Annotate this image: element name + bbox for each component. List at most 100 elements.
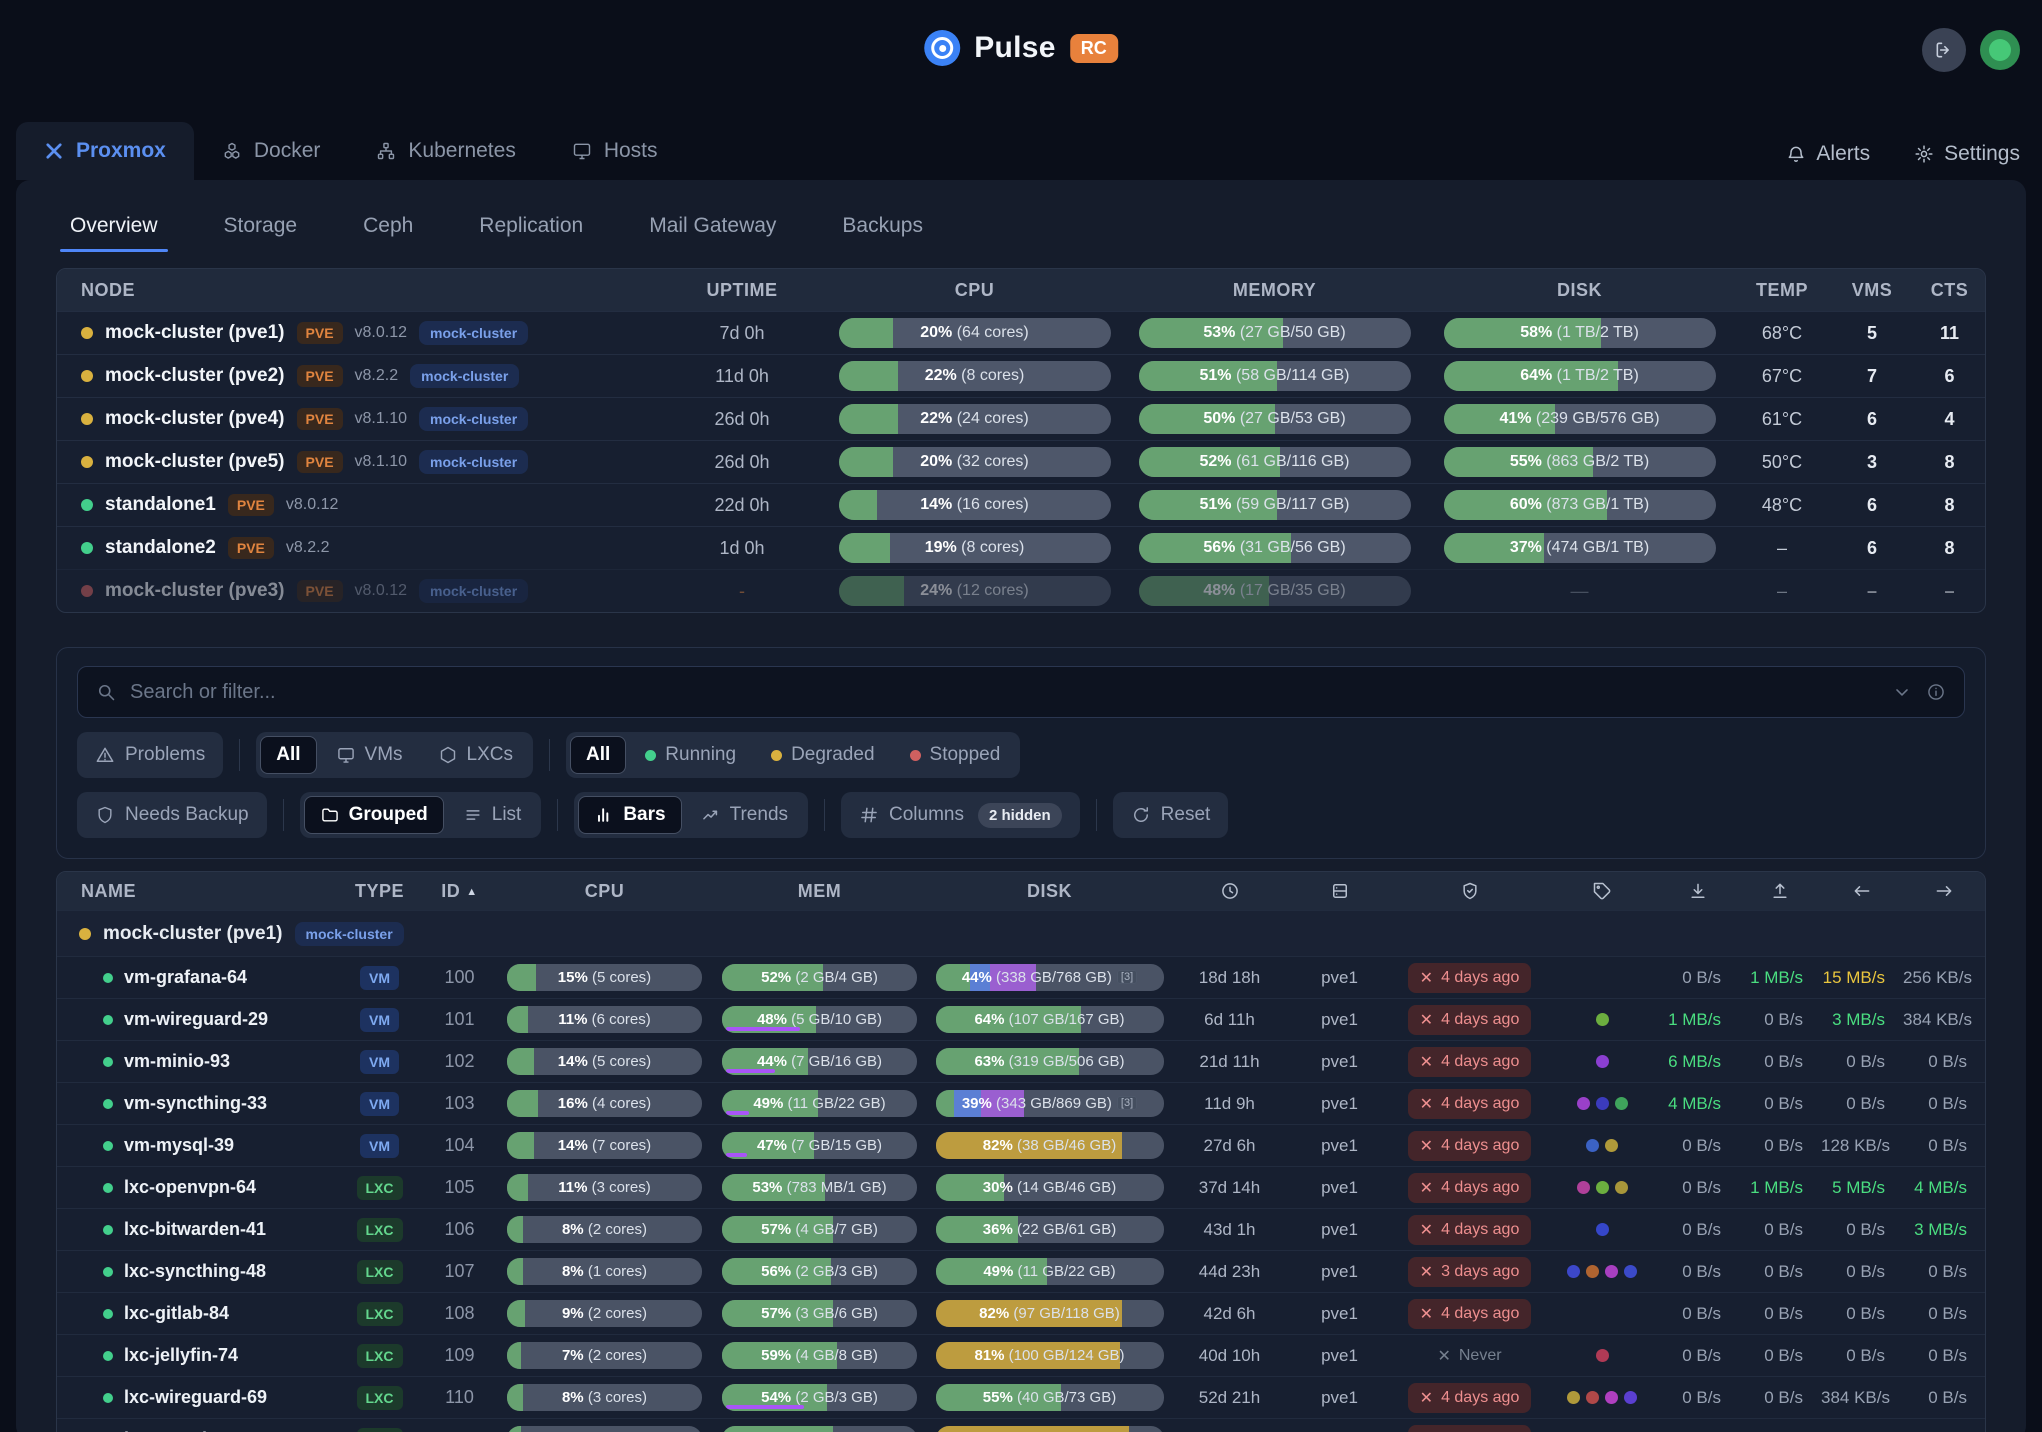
guest-row[interactable]: lxc-terraria-7LXC1117% (2 cores)57% (4 G… bbox=[57, 1418, 1985, 1432]
type-badge: VM bbox=[360, 1008, 399, 1032]
column-header-host[interactable] bbox=[1287, 881, 1392, 901]
guest-row[interactable]: vm-syncthing-33VM10316% (4 cores)49% (11… bbox=[57, 1082, 1985, 1124]
guest-io-net-in: 0 B/s bbox=[1821, 1094, 1903, 1114]
column-header-id[interactable]: ID▲ bbox=[422, 881, 497, 902]
problems-filter-button[interactable]: Problems bbox=[77, 732, 223, 778]
status-filter-stopped[interactable]: Stopped bbox=[894, 736, 1017, 774]
alerts-button[interactable]: Alerts bbox=[1786, 142, 1870, 166]
column-header-temp[interactable]: TEMP bbox=[1732, 280, 1832, 301]
guest-io-net-out: 384 KB/s bbox=[1903, 1010, 1985, 1030]
column-header-memory[interactable]: MEMORY bbox=[1122, 280, 1427, 301]
guest-mem-bar: 52% (2 GB/4 GB) bbox=[722, 964, 917, 991]
guest-cpu-bar: 11% (6 cores) bbox=[507, 1006, 702, 1033]
column-header-type[interactable]: TYPE bbox=[337, 881, 422, 902]
node-row[interactable]: standalone1PVEv8.0.1222d 0h14% (16 cores… bbox=[57, 483, 1985, 526]
column-header-uptime[interactable]: UPTIME bbox=[657, 280, 827, 301]
bar-detail: (38 GB/46 GB) bbox=[1013, 1137, 1116, 1154]
column-header-clock[interactable] bbox=[1172, 881, 1287, 901]
column-header-arrow-left[interactable] bbox=[1821, 881, 1903, 901]
type-filter-all[interactable]: All bbox=[260, 736, 316, 774]
node-row[interactable]: standalone2PVEv8.2.21d 0h19% (8 cores)56… bbox=[57, 526, 1985, 569]
connection-status-indicator[interactable] bbox=[1980, 30, 2020, 70]
node-memory-bar: 52% (61 GB/116 GB) bbox=[1139, 447, 1411, 477]
type-filter-lxcs[interactable]: LXCs bbox=[422, 736, 529, 774]
bar-cell: 7% (2 cores) bbox=[497, 1342, 712, 1369]
column-header-backup-shield[interactable] bbox=[1392, 881, 1547, 901]
guest-row[interactable]: lxc-syncthing-48LXC1078% (1 cores)56% (2… bbox=[57, 1250, 1985, 1292]
column-header-cpu[interactable]: CPU bbox=[497, 881, 712, 902]
column-header-tag[interactable] bbox=[1547, 881, 1657, 901]
guest-cpu-bar: 14% (7 cores) bbox=[507, 1132, 702, 1159]
nav-tab-kubernetes[interactable]: Kubernetes bbox=[348, 122, 543, 180]
status-filter-all[interactable]: All bbox=[570, 736, 626, 774]
tab-ceph[interactable]: Ceph bbox=[361, 208, 415, 252]
column-header-node[interactable]: NODE bbox=[57, 280, 657, 301]
guest-cpu-bar: 7% (2 cores) bbox=[507, 1426, 702, 1432]
node-row[interactable]: mock-cluster (pve5)PVEv8.1.10mock-cluste… bbox=[57, 440, 1985, 483]
bar-cell: 20% (64 cores) bbox=[827, 318, 1122, 348]
settings-button[interactable]: Settings bbox=[1914, 142, 2020, 166]
status-filter-degraded[interactable]: Degraded bbox=[755, 736, 890, 774]
node-row[interactable]: mock-cluster (pve3)PVEv8.0.12mock-cluste… bbox=[57, 569, 1985, 612]
guest-row[interactable]: lxc-bitwarden-41LXC1068% (2 cores)57% (4… bbox=[57, 1208, 1985, 1250]
guest-row[interactable]: vm-wireguard-29VM10111% (6 cores)48% (5 … bbox=[57, 998, 1985, 1040]
view-list-button[interactable]: List bbox=[447, 796, 538, 834]
guest-row[interactable]: lxc-jellyfin-74LXC1097% (2 cores)59% (4 … bbox=[57, 1334, 1985, 1376]
display-bars-button[interactable]: Bars bbox=[578, 796, 681, 834]
guest-row[interactable]: lxc-openvpn-64LXC10511% (3 cores)53% (78… bbox=[57, 1166, 1985, 1208]
bar-label: 64% (1 TB/2 TB) bbox=[1520, 367, 1639, 385]
tab-overview[interactable]: Overview bbox=[68, 208, 160, 252]
logout-button[interactable] bbox=[1922, 28, 1966, 72]
column-header-disk[interactable]: DISK bbox=[927, 881, 1172, 902]
type-filter-vms[interactable]: VMs bbox=[320, 736, 419, 774]
column-header-cts[interactable]: CTS bbox=[1912, 280, 1986, 301]
column-header-vms[interactable]: VMS bbox=[1832, 280, 1912, 301]
info-icon[interactable] bbox=[1926, 682, 1946, 702]
guest-tags bbox=[1547, 1349, 1657, 1362]
upload-icon bbox=[1770, 881, 1790, 901]
tab-backups[interactable]: Backups bbox=[840, 208, 925, 252]
column-header-mem[interactable]: MEM bbox=[712, 881, 927, 902]
guest-disk-bar: 63% (319 GB/506 GB) bbox=[936, 1048, 1164, 1075]
tab-mail-gateway[interactable]: Mail Gateway bbox=[647, 208, 778, 252]
column-header-name[interactable]: NAME bbox=[57, 881, 337, 902]
status-filter-running[interactable]: Running bbox=[629, 736, 752, 774]
bar-detail: (5 GB/10 GB) bbox=[787, 1011, 882, 1028]
group-name: mock-cluster (pve1) bbox=[103, 923, 283, 945]
column-header-arrow-right[interactable] bbox=[1903, 881, 1985, 901]
reset-filters-button[interactable]: Reset bbox=[1113, 792, 1229, 838]
guest-name-cell: lxc-gitlab-84 bbox=[57, 1303, 337, 1324]
guest-group-row[interactable]: mock-cluster (pve1)mock-cluster bbox=[57, 910, 1985, 956]
needs-backup-filter-button[interactable]: Needs Backup bbox=[77, 792, 267, 838]
nav-tab-hosts[interactable]: Hosts bbox=[544, 122, 686, 180]
nav-tab-proxmox[interactable]: Proxmox bbox=[16, 122, 194, 180]
bar-cell: 56% (31 GB/56 GB) bbox=[1122, 533, 1427, 563]
main-panel: Overview Storage Ceph Replication Mail G… bbox=[16, 180, 2026, 1432]
release-badge: RC bbox=[1070, 34, 1118, 63]
bar-label: 22% (8 cores) bbox=[925, 367, 1025, 385]
chevron-down-icon[interactable] bbox=[1892, 682, 1912, 702]
guest-row[interactable]: vm-minio-93VM10214% (5 cores)44% (7 GB/1… bbox=[57, 1040, 1985, 1082]
tab-replication[interactable]: Replication bbox=[477, 208, 585, 252]
search-input[interactable] bbox=[130, 681, 1878, 704]
column-header-cpu[interactable]: CPU bbox=[827, 280, 1122, 301]
guest-row[interactable]: lxc-gitlab-84LXC1089% (2 cores)57% (3 GB… bbox=[57, 1292, 1985, 1334]
tag-dot bbox=[1586, 1139, 1599, 1152]
bar-detail: (474 GB/1 TB) bbox=[1542, 539, 1649, 556]
backup-time: 4 days ago bbox=[1441, 1179, 1519, 1197]
nav-tab-docker[interactable]: Docker bbox=[194, 122, 349, 180]
column-header-download[interactable] bbox=[1657, 881, 1739, 901]
view-grouped-button[interactable]: Grouped bbox=[304, 796, 444, 834]
columns-button[interactable]: Columns 2 hidden bbox=[841, 792, 1080, 838]
tab-storage[interactable]: Storage bbox=[222, 208, 300, 252]
node-row[interactable]: mock-cluster (pve1)PVEv8.0.12mock-cluste… bbox=[57, 311, 1985, 354]
display-trends-button[interactable]: Trends bbox=[685, 796, 804, 834]
node-row[interactable]: mock-cluster (pve2)PVEv8.2.2mock-cluster… bbox=[57, 354, 1985, 397]
guest-row[interactable]: vm-mysql-39VM10414% (7 cores)47% (7 GB/1… bbox=[57, 1124, 1985, 1166]
node-cpu-bar: 22% (24 cores) bbox=[839, 404, 1111, 434]
guest-row[interactable]: lxc-wireguard-69LXC1108% (3 cores)54% (2… bbox=[57, 1376, 1985, 1418]
column-header-disk[interactable]: DISK bbox=[1427, 280, 1732, 301]
guest-row[interactable]: vm-grafana-64VM10015% (5 cores)52% (2 GB… bbox=[57, 956, 1985, 998]
node-row[interactable]: mock-cluster (pve4)PVEv8.1.10mock-cluste… bbox=[57, 397, 1985, 440]
column-header-upload[interactable] bbox=[1739, 881, 1821, 901]
